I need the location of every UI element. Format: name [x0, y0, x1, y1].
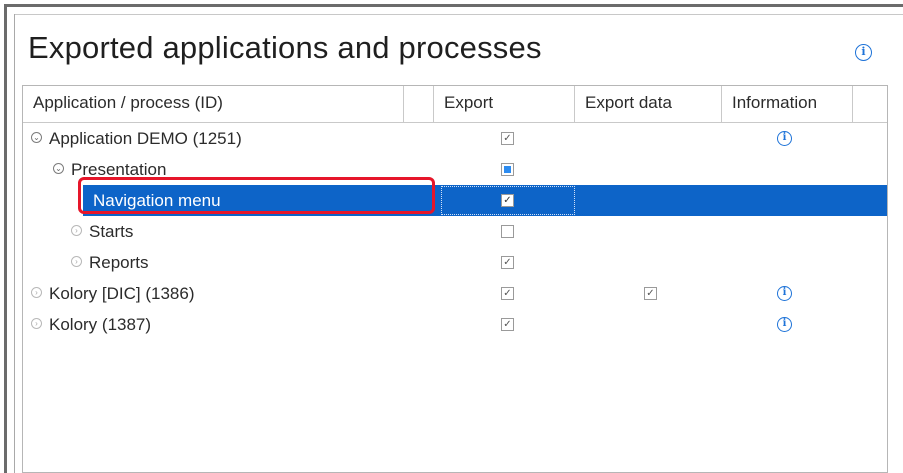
column-header-application[interactable]: Application / process (ID): [23, 86, 404, 122]
info-icon[interactable]: i: [777, 286, 792, 301]
info-icon[interactable]: i: [855, 44, 872, 61]
expand-collapse-icon[interactable]: ⌄: [31, 132, 42, 143]
column-header-spacer: [404, 86, 434, 122]
expand-collapse-icon[interactable]: ⌄: [53, 163, 64, 174]
expand-collapse-icon[interactable]: ›: [31, 287, 42, 298]
column-header-export-data[interactable]: Export data: [575, 86, 722, 122]
tree-row[interactable]: ⌄ Application DEMO (1251) ✓ i: [23, 123, 887, 154]
column-header-filler: [853, 86, 887, 122]
tree-row[interactable]: › Kolory [DIC] (1386) ✓ ✓ i: [23, 278, 887, 309]
grid-header: Application / process (ID) Export Export…: [23, 86, 887, 123]
column-header-information[interactable]: Information: [722, 86, 853, 122]
frame-border-left: [4, 4, 7, 473]
export-data-checkbox[interactable]: ✓: [644, 287, 657, 300]
panel-border-top: [14, 14, 903, 15]
export-checkbox-partial[interactable]: [501, 163, 514, 176]
tree-row[interactable]: › Kolory (1387) ✓ i: [23, 309, 887, 340]
export-checkbox[interactable]: ✓: [501, 194, 514, 207]
row-name: Kolory (1387): [49, 315, 152, 334]
expand-collapse-icon[interactable]: ›: [71, 225, 82, 236]
frame-border-top: [4, 4, 903, 7]
export-checkbox[interactable]: [501, 225, 514, 238]
export-checkbox[interactable]: ✓: [501, 318, 514, 331]
expand-collapse-icon[interactable]: ›: [31, 318, 42, 329]
export-checkbox[interactable]: ✓: [501, 256, 514, 269]
export-checkbox[interactable]: ✓: [501, 287, 514, 300]
row-name: Kolory [DIC] (1386): [49, 284, 195, 303]
annotation-highlight-box: [78, 177, 435, 214]
export-tree-grid: Application / process (ID) Export Export…: [22, 85, 888, 473]
tree-row[interactable]: › Reports ✓: [23, 247, 887, 278]
column-header-export[interactable]: Export: [434, 86, 575, 122]
info-icon[interactable]: i: [777, 317, 792, 332]
row-name: Starts: [89, 222, 134, 241]
export-checkbox[interactable]: ✓: [501, 132, 514, 145]
expand-collapse-icon[interactable]: ›: [71, 256, 82, 267]
row-name: Reports: [89, 253, 149, 272]
tree-row[interactable]: › Starts: [23, 216, 887, 247]
panel-border-left: [14, 14, 15, 473]
row-name: Application DEMO (1251): [49, 129, 242, 148]
page-title: Exported applications and processes: [28, 30, 542, 65]
info-icon[interactable]: i: [777, 131, 792, 146]
